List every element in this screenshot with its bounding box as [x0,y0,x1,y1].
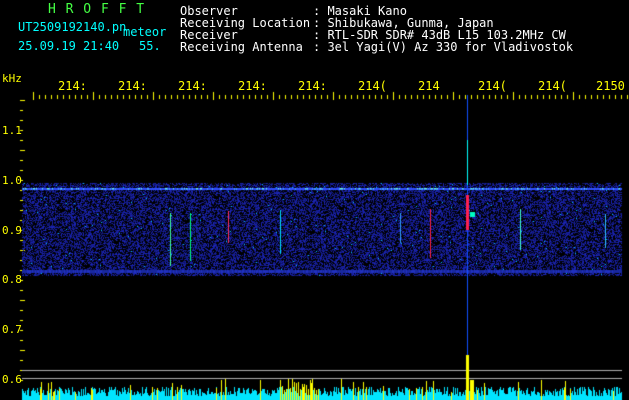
antenna-label: Receiving Antenna [180,40,303,54]
brand-label: H R O F F T [48,2,146,17]
y-tick-1.1: 1.1 [2,124,22,137]
spectrogram-canvas [0,0,629,400]
filename-label: UT2509192140.pn [18,20,127,34]
x-tick-5: 214: [298,79,327,93]
y-tick-0.7: 0.7 [2,323,22,336]
x-tick-7: 214 [418,79,440,93]
y-tick-0.6: 0.6 [2,373,22,386]
x-tick-3: 214: [178,79,207,93]
x-tick-6: 214( [358,79,387,93]
datetime-label: 25.09.19 21:40 [18,39,120,53]
x-tick-8: 214( [478,79,507,93]
x-tick-2: 214: [118,79,147,93]
antenna-value: : 3el Yagi(V) Az 330 for Vladivostok [313,40,574,54]
x-tick-1: 214: [58,79,87,93]
mode-label: meteor [123,25,167,39]
y-axis-unit: kHz [2,72,22,85]
x-tick-10: 2150 [596,79,625,93]
y-tick-0.8: 0.8 [2,273,22,286]
y-tick-1.0: 1.0 [2,174,22,187]
x-tick-9: 214( [538,79,567,93]
y-tick-0.9: 0.9 [2,224,22,237]
seconds-label: 55. [139,39,161,53]
x-tick-4: 214: [238,79,267,93]
